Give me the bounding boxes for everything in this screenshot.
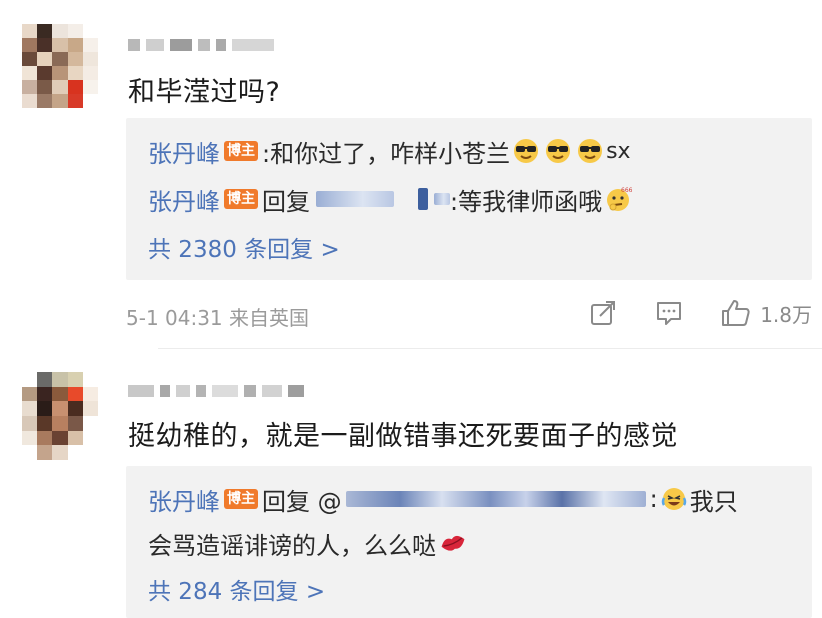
more-replies-link[interactable]: 共 2380 条回复 > [148,230,340,264]
share-icon [591,301,616,325]
laughing-crying-emoji [660,486,688,512]
reply-text-line2: 会骂造谣诽谤的人，么么哒 [148,531,436,560]
share-button[interactable] [588,298,618,328]
like-count: 1.8万 [760,302,812,327]
reply-text-continued: 我只 [689,487,738,516]
reply-text: :和你过了，咋样小苍兰 [262,139,511,168]
comment-text: 挺幼稚的，就是一副做错事还死要面子的感觉 [128,421,678,452]
reply-line: 会骂造谣诽谤的人，么么哒 [148,526,468,560]
like-button[interactable]: 1.8万 [720,298,812,328]
comment-meta: 5-1 04:31 来自英国 [126,306,310,330]
username-redacted[interactable] [128,380,304,402]
mention-redacted[interactable] [316,191,394,207]
sunglasses-emoji [512,138,540,164]
reply-prefix: 回复 [262,187,310,216]
mention-redacted[interactable] [434,193,450,205]
comment-actions: 1.8万 [552,298,812,328]
sunglasses-emoji [576,138,604,164]
sunglasses-emoji [544,138,572,164]
comment-icon [657,302,682,325]
author-badge: 博主 [224,189,258,209]
reply-author[interactable]: 张丹峰 [148,182,220,217]
svg-text:666: 666 [621,187,632,194]
avatar[interactable] [22,372,98,460]
username-redacted[interactable] [128,34,274,56]
reply-author[interactable]: 张丹峰 [148,134,220,169]
mention-redacted[interactable] [345,491,646,507]
reply-line: 张丹峰 博主 回复 :等我律师函哦 666 [148,182,634,216]
thinking-emoji: 666 [604,186,633,212]
kiss-lips-emoji [438,530,466,556]
reply-prefix: 回复 @ [262,487,342,516]
reply-author[interactable]: 张丹峰 [148,482,220,517]
thumbs-up-icon [722,300,750,326]
reply-line: 张丹峰 博主 回复 @ : 我只 [148,482,738,516]
divider [158,348,822,349]
avatar[interactable] [22,24,98,108]
reply-suffix: sx [606,138,631,164]
comment-button[interactable] [654,298,684,328]
reply-preview-box[interactable]: 张丹峰 博主 :和你过了，咋样小苍兰 sx 张丹峰 博主 回复 :等我律师函哦 … [126,118,812,280]
reply-preview-box[interactable]: 张丹峰 博主 回复 @ : 我只 会骂造谣诽谤的人，么么哒 共 284 条回复 … [126,466,812,618]
comment-text: 和毕滢过吗? [128,77,281,108]
mention-redacted[interactable] [418,188,428,210]
author-badge: 博主 [224,489,258,509]
reply-text: : [649,485,658,513]
more-replies-link[interactable]: 共 284 条回复 > [148,572,325,606]
reply-line: 张丹峰 博主 :和你过了，咋样小苍兰 sx [148,134,631,168]
reply-text: :等我律师函哦 [450,187,603,216]
author-badge: 博主 [224,141,258,161]
